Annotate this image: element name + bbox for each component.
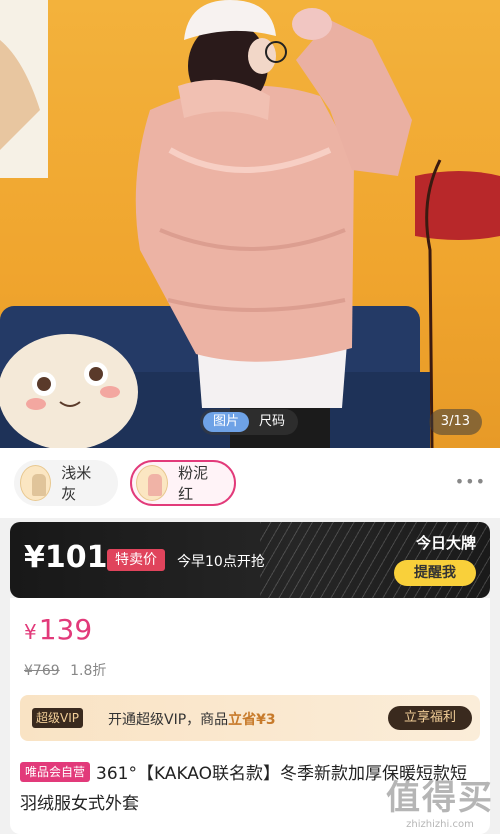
color-thumbnail — [136, 465, 169, 501]
color-selector: 浅米灰 粉泥红 ••• — [0, 448, 500, 518]
tab-photos[interactable]: 图片 — [203, 412, 250, 432]
flash-sale-price: ¥101 — [24, 540, 108, 575]
currency-symbol: ¥ — [24, 620, 37, 644]
flash-sale-badge: 特卖价 — [107, 549, 165, 571]
brand-day-label: 今日大牌 — [415, 534, 476, 552]
self-operated-tag: 唯品会自营 — [20, 762, 91, 782]
product-image-gallery[interactable]: 图片 尺码 3/13 — [0, 0, 500, 448]
image-page-counter: 3/13 — [428, 409, 482, 435]
vip-badge: 超级VIP — [32, 708, 83, 728]
product-photo — [0, 0, 500, 448]
current-price: ¥139 — [24, 610, 92, 652]
more-dots-icon[interactable]: ••• — [455, 472, 486, 491]
color-option-label: 粉泥红 — [178, 464, 209, 503]
site-watermark: 值得买 zhizhizhi.com — [386, 770, 494, 830]
watermark-logo-text: 值得买 — [386, 778, 494, 818]
color-option-label: 浅米灰 — [61, 464, 92, 503]
vip-text-prefix: 开通超级VIP，商品 — [108, 712, 229, 728]
vip-benefit-button[interactable]: 立享福利 — [388, 706, 472, 730]
watermark-url: zhizhizhi.com — [406, 819, 474, 830]
flash-sale-time: 今早10点开抢 — [177, 554, 265, 570]
vip-saving: 立省¥3 — [228, 712, 276, 728]
vip-promo-text: 开通超级VIP，商品立省¥3 — [108, 709, 276, 729]
tab-size[interactable]: 尺码 — [249, 412, 295, 432]
color-thumbnail — [20, 465, 52, 501]
remind-me-button[interactable]: 提醒我 — [394, 560, 476, 586]
color-option-light-beige[interactable]: 浅米灰 — [14, 460, 118, 506]
original-price-row: ¥769 1.8折 — [24, 660, 106, 680]
current-price-value: 139 — [38, 613, 93, 646]
original-price: ¥769 — [24, 663, 60, 679]
flash-sale-banner: ¥101 特卖价 今早10点开抢 今日大牌 提醒我 — [10, 522, 490, 598]
color-option-pink[interactable]: 粉泥红 — [130, 460, 236, 506]
discount-rate: 1.8折 — [70, 663, 107, 679]
media-tabs: 图片 尺码 — [200, 409, 299, 435]
vip-promo-bar[interactable]: 超级VIP 开通超级VIP，商品立省¥3 立享福利 — [20, 695, 480, 741]
